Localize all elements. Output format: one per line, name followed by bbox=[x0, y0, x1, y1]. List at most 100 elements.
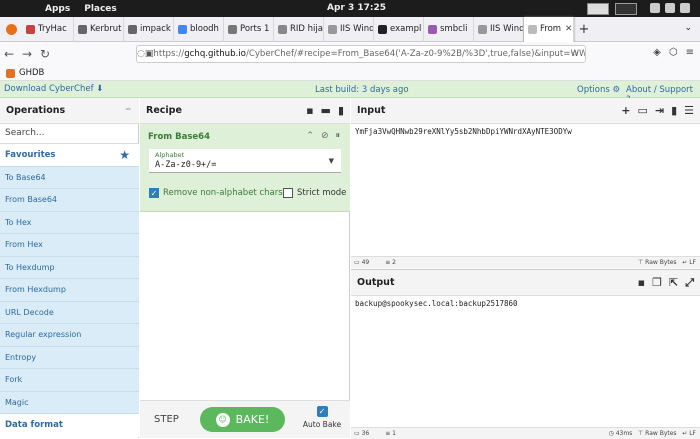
auto-bake-checkbox[interactable]: ✓ Auto Bake bbox=[302, 406, 342, 429]
step-button[interactable]: STEP bbox=[154, 414, 179, 425]
workspace-1-icon[interactable] bbox=[587, 3, 609, 15]
open-file-icon[interactable]: ⇥ bbox=[655, 104, 664, 117]
collapse-arrow-icon[interactable]: ⌃ bbox=[306, 131, 314, 141]
op-from-hexdump[interactable]: From Hexdump bbox=[0, 279, 139, 302]
back-icon[interactable]: ← bbox=[0, 47, 18, 61]
list-tabs-icon[interactable]: ⌄ bbox=[684, 23, 692, 33]
workspace-2-icon[interactable] bbox=[615, 3, 637, 15]
op-from-base64[interactable]: From Base64 bbox=[0, 189, 139, 212]
operations-header: Operations ᵃᵇ bbox=[0, 98, 139, 124]
bake-bar: STEP ☺ BAKE! ✓ Auto Bake bbox=[140, 400, 350, 438]
operations-search-input[interactable]: Search... bbox=[0, 124, 139, 144]
tab-ports[interactable]: Ports 1 bbox=[224, 16, 274, 42]
places-menu[interactable]: Places bbox=[84, 4, 117, 14]
tab-favicon-icon bbox=[478, 24, 487, 34]
recipe-header: Recipe ▪ ▬ ▮ bbox=[140, 98, 350, 124]
operations-panel: Operations ᵃᵇ Search... Favourites ★ To Ba… bbox=[0, 98, 139, 438]
disable-icon[interactable]: ⊘ bbox=[321, 131, 329, 141]
alphabet-select[interactable]: Alphabet A-Za-z0-9+/= ▼ bbox=[149, 149, 341, 173]
tab-favicon-icon bbox=[378, 24, 387, 34]
tab-iis-windows-2[interactable]: IIS Windo bbox=[474, 16, 524, 42]
recipe-panel: Recipe ▪ ▬ ▮ From Base64 ⌃ ⊘ ⏸ Alphabet A-Za… bbox=[140, 98, 350, 438]
folder-icon[interactable]: ▬ bbox=[321, 104, 331, 117]
new-tab-button[interactable]: + bbox=[574, 22, 594, 37]
data-format-category[interactable]: Data format bbox=[0, 414, 139, 437]
add-tab-icon[interactable]: + bbox=[621, 104, 630, 117]
extensions-icon[interactable]: ⬡ bbox=[669, 47, 678, 58]
open-folder-icon[interactable]: ▭ bbox=[637, 104, 647, 117]
pocket-icon[interactable]: ◈ bbox=[653, 47, 661, 58]
tab-impacket[interactable]: impack bbox=[124, 16, 174, 42]
checkbox-empty-icon bbox=[283, 188, 293, 198]
op-fork[interactable]: Fork bbox=[0, 369, 139, 392]
strict-mode-checkbox[interactable]: Strict mode bbox=[283, 188, 346, 198]
copy-icon[interactable]: ❐ bbox=[652, 276, 662, 290]
tab-tryhackme[interactable]: TryHac bbox=[22, 16, 74, 42]
maximise-icon[interactable]: ⤢ bbox=[685, 276, 694, 290]
tab-favicon-icon bbox=[328, 24, 337, 34]
lock-icon: ▣ bbox=[144, 49, 154, 59]
op-magic[interactable]: Magic bbox=[0, 391, 139, 414]
options-link[interactable]: Options ⚙ bbox=[577, 85, 620, 95]
save-output-icon[interactable]: ▪ bbox=[638, 276, 645, 290]
tab-favicon-icon bbox=[228, 24, 237, 34]
bookmark-ghdb[interactable]: GHDB bbox=[6, 68, 44, 78]
alphabet-label: Alphabet bbox=[155, 151, 185, 159]
tab-rid-hijack[interactable]: RID hija bbox=[274, 16, 324, 42]
tab-example[interactable]: exampl bbox=[374, 16, 424, 42]
recipe-operation-from-base64[interactable]: From Base64 ⌃ ⊘ ⏸ Alphabet A-Za-z0-9+/= ▼ … bbox=[140, 124, 350, 212]
url-bar[interactable]: ◌ ▣ https://gchq.github.io/CyberChef/#re… bbox=[136, 45, 586, 63]
op-url-decode[interactable]: URL Decode bbox=[0, 301, 139, 324]
favourites-category[interactable]: Favourites ★ bbox=[0, 144, 139, 167]
last-build-text: Last build: 3 days ago bbox=[315, 85, 409, 95]
op-to-hex[interactable]: To Hex bbox=[0, 211, 139, 234]
collapse-icon[interactable]: ᵃᵇ bbox=[125, 107, 131, 114]
trash-icon[interactable]: ▮ bbox=[338, 104, 344, 117]
remove-non-alphabet-checkbox[interactable]: ✓ Remove non-alphabet chars bbox=[149, 188, 283, 198]
download-cyberchef-link[interactable]: Download CyberChef ⬇ bbox=[4, 84, 103, 94]
tab-iis-windows-1[interactable]: IIS Windo bbox=[324, 16, 374, 42]
tab-bloodhound[interactable]: bloodh bbox=[174, 16, 224, 42]
input-status-bar: ▭ 49 ≡ 2 ⊤ Raw Bytes ↵ LF bbox=[351, 256, 700, 268]
bake-button[interactable]: ☺ BAKE! bbox=[200, 407, 285, 432]
op-entropy[interactable]: Entropy bbox=[0, 346, 139, 369]
input-textarea[interactable]: YmFja3VwQHNwb29reXNlYy5sb2NhbDpiYWNrdXAy… bbox=[355, 127, 572, 136]
bookmark-star-icon[interactable]: ☆ bbox=[571, 49, 579, 59]
output-length: ▭ 36 bbox=[354, 430, 370, 437]
tab-smbclient[interactable]: smbcli bbox=[424, 16, 474, 42]
cyberchef-banner: Download CyberChef ⬇ Last build: 3 days … bbox=[0, 81, 700, 105]
firefox-icon bbox=[5, 23, 17, 35]
op-to-hexdump[interactable]: To Hexdump bbox=[0, 256, 139, 279]
gear-icon: ⚙ bbox=[612, 85, 621, 95]
input-panel: Input + ▭ ⇥ ▮ ☰ YmFja3VwQHNwb29reXNlYy5sb2Nh… bbox=[351, 98, 700, 268]
output-text[interactable]: backup@spookysec.local:backup2517860 bbox=[355, 299, 518, 308]
clear-icon[interactable]: ▮ bbox=[671, 104, 677, 117]
output-format[interactable]: ◷ 43ms ⊤ Raw Bytes ↵ LF bbox=[609, 430, 696, 437]
op-from-hex[interactable]: From Hex bbox=[0, 234, 139, 257]
firefox-view-button[interactable] bbox=[0, 17, 22, 42]
navigation-toolbar: ← → ↻ ◌ ▣ https://gchq.github.io/CyberCh… bbox=[0, 42, 700, 66]
reload-icon[interactable]: ↻ bbox=[36, 47, 54, 61]
clock[interactable]: Apr 3 17:25 bbox=[327, 3, 386, 13]
tab-kerbrute[interactable]: Kerbrut bbox=[74, 16, 124, 42]
output-lines: ≡ 1 bbox=[385, 430, 396, 437]
menu-icon[interactable]: ≡ bbox=[686, 47, 694, 58]
chef-icon: ☺ bbox=[215, 412, 230, 427]
save-icon[interactable]: ▪ bbox=[306, 104, 313, 117]
system-tray[interactable] bbox=[650, 3, 695, 14]
output-header: Output ▪ ❐ ⇱ ⤢ bbox=[351, 270, 700, 296]
checkbox-checked-icon: ✓ bbox=[149, 188, 159, 198]
tab-cyberchef[interactable]: From ✕ bbox=[524, 16, 574, 42]
input-format[interactable]: ⊤ Raw Bytes ↵ LF bbox=[638, 259, 696, 266]
op-to-base64[interactable]: To Base64 bbox=[0, 166, 139, 189]
close-tab-icon[interactable]: ✕ bbox=[565, 24, 572, 34]
url-path: /CyberChef/#recipe=From_Base64('A-Za-z0-… bbox=[245, 49, 586, 59]
output-status-bar: ▭ 36 ≡ 1 ◷ 43ms ⊤ Raw Bytes ↵ LF bbox=[351, 427, 700, 439]
layout-icon[interactable]: ☰ bbox=[684, 104, 694, 117]
replace-input-icon[interactable]: ⇱ bbox=[669, 276, 678, 290]
op-regular-expression[interactable]: Regular expression bbox=[0, 324, 139, 347]
favourite-star-icon[interactable]: ★ bbox=[119, 148, 130, 162]
forward-icon[interactable]: → bbox=[18, 47, 36, 61]
apps-menu[interactable]: Apps bbox=[45, 4, 70, 14]
pause-icon[interactable]: ⏸ bbox=[335, 131, 340, 141]
